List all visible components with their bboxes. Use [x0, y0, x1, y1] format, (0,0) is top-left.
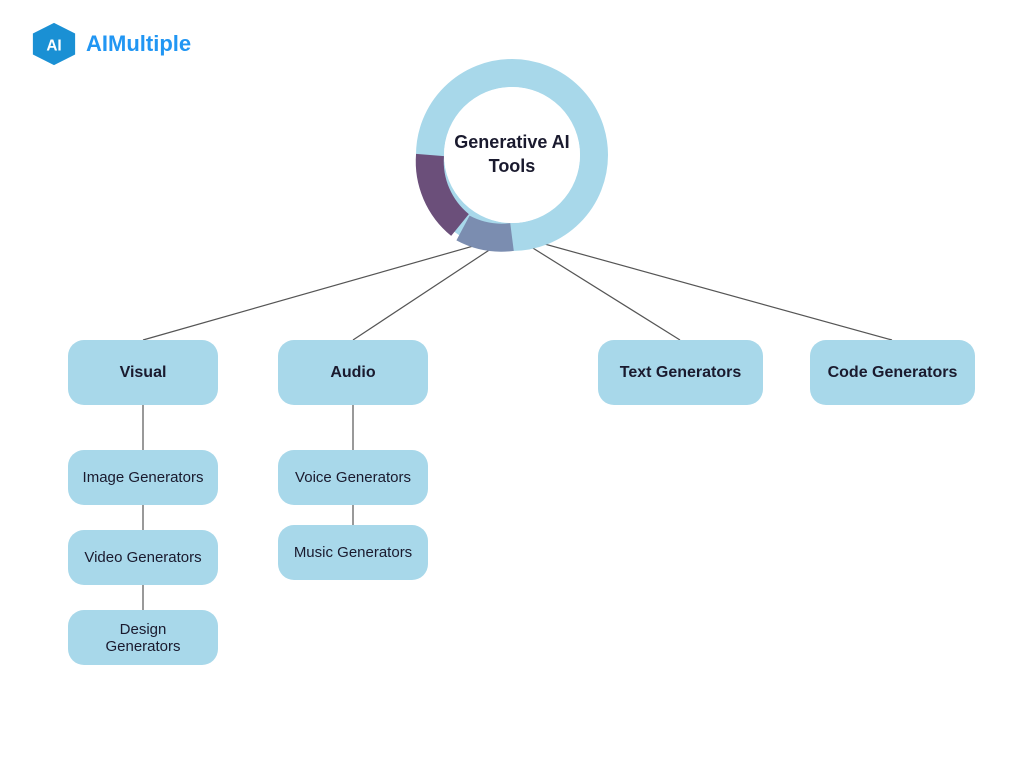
node-design-generators: Design Generators: [68, 610, 218, 665]
ring-inner: [444, 87, 580, 223]
node-video-generators: Video Generators: [68, 530, 218, 585]
center-text-line2: Tools: [489, 156, 536, 176]
node-visual: Visual: [68, 340, 218, 405]
node-music-generators: Music Generators: [278, 525, 428, 580]
node-audio: Audio: [278, 340, 428, 405]
line-center-code: [512, 235, 892, 340]
center-text-line1: Generative AI: [454, 132, 569, 152]
node-image-generators: Image Generators: [68, 450, 218, 505]
node-text-generators: Text Generators: [598, 340, 763, 405]
line-center-text: [512, 235, 680, 340]
line-center-visual: [143, 235, 512, 340]
node-voice-generators: Voice Generators: [278, 450, 428, 505]
node-code-generators: Code Generators: [810, 340, 975, 405]
ring-dark-blue: [463, 228, 512, 238]
